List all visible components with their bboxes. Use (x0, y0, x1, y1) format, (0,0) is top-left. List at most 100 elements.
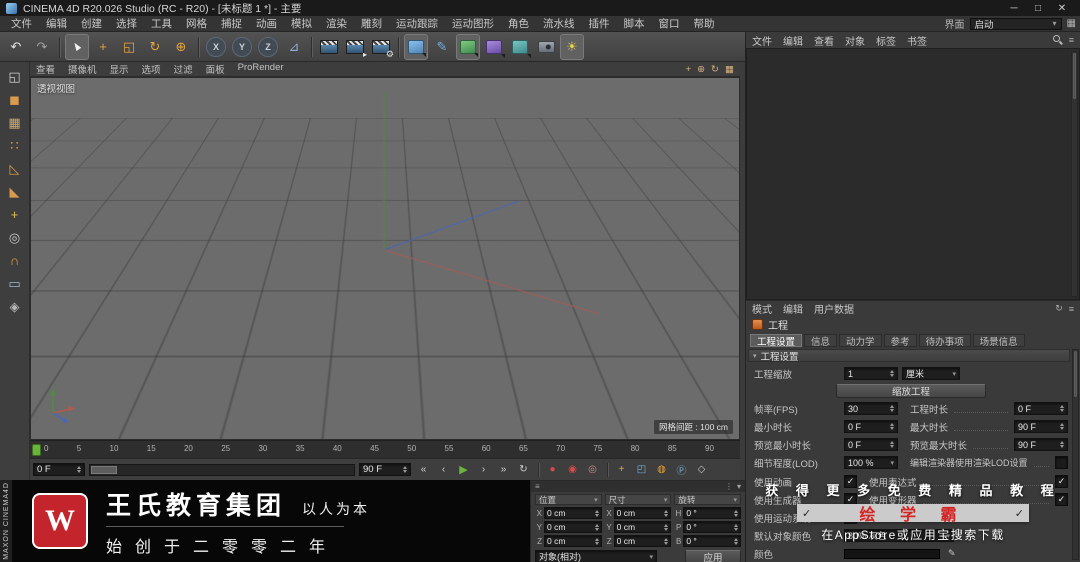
pan-view-icon[interactable]: + (686, 64, 692, 75)
move-tool[interactable]: + (91, 34, 115, 60)
rotate-tool[interactable]: ↻ (143, 34, 167, 60)
prev-frame-button[interactable]: ‹ (435, 462, 452, 478)
menubar-item[interactable]: 运动跟踪 (389, 16, 445, 31)
coordinate-field[interactable]: 0 ° (683, 507, 741, 519)
eyedropper-icon[interactable]: ✎ (948, 548, 956, 559)
stepper-icon[interactable] (734, 510, 738, 517)
subdivision-surface-button[interactable] (456, 34, 480, 60)
autokey-button[interactable]: ◉ (564, 462, 581, 478)
menubar-item[interactable]: 创建 (74, 16, 109, 31)
coordinate-field[interactable]: 0 cm (614, 507, 672, 519)
lod-checkbox[interactable] (1055, 456, 1068, 469)
add-cube-button[interactable] (404, 34, 428, 60)
dots-icon[interactable]: ⋮ (725, 482, 733, 491)
stepper-icon[interactable] (734, 538, 738, 545)
polygon-mode-icon[interactable]: ◣ (10, 185, 20, 198)
scale-unit-select[interactable]: 厘米 ▾ (902, 367, 960, 380)
texture-mode-icon[interactable]: ▦ (8, 116, 20, 129)
coord-column-select[interactable]: 旋转 ▾ (674, 494, 741, 505)
viewport-menu-item[interactable]: ProRender (238, 62, 284, 76)
transport-button[interactable] (535, 462, 541, 478)
stepper-icon[interactable] (664, 538, 668, 545)
edge-mode-icon[interactable]: ◺ (10, 162, 20, 175)
value-field[interactable]: 0 F (844, 438, 898, 451)
workplane-icon[interactable]: ▭ (8, 277, 20, 290)
deformer-button[interactable] (482, 34, 506, 60)
viewport-menu-item[interactable]: 查看 (36, 62, 55, 76)
viewport-menu-item[interactable]: 面板 (206, 62, 225, 76)
value-field[interactable]: 0 F (1014, 402, 1068, 415)
stepper-icon[interactable] (1060, 423, 1064, 430)
coordinate-field[interactable]: 0 cm (544, 535, 602, 547)
menubar-item[interactable]: 脚本 (617, 16, 652, 31)
stepper-icon[interactable] (595, 510, 599, 517)
scrollbar[interactable] (1072, 349, 1079, 560)
object-manager-menu-item[interactable]: 书签 (907, 33, 927, 48)
scale-project-button[interactable]: 缩放工程 (836, 384, 986, 398)
key-parameter-button[interactable]: Ⓟ (673, 462, 690, 478)
key-position-button[interactable]: + (613, 462, 630, 478)
menubar-item[interactable]: 渲染 (319, 16, 354, 31)
stepper-icon[interactable] (890, 423, 894, 430)
menubar-item[interactable]: 模拟 (284, 16, 319, 31)
timeline-playhead[interactable] (32, 444, 41, 456)
redo-icon[interactable]: ↷ (30, 34, 54, 60)
z-axis-lock[interactable]: Z (258, 37, 278, 57)
point-mode-icon[interactable]: ∷ (10, 139, 18, 152)
chevron-down-icon[interactable]: ▾ (737, 482, 741, 491)
enable-snap-icon[interactable]: ∩ (10, 254, 19, 267)
keyframe-presets-button[interactable]: ◎ (584, 462, 601, 478)
menubar-item[interactable]: 窗口 (652, 16, 687, 31)
stepper-icon[interactable] (403, 466, 407, 473)
checkbox[interactable]: ✓ (1055, 475, 1068, 488)
stepper-icon[interactable] (664, 524, 668, 531)
menubar-item[interactable]: 网格 (179, 16, 214, 31)
x-axis-lock[interactable]: X (206, 37, 226, 57)
toolbar-icon[interactable] (195, 34, 202, 60)
lod-select[interactable]: 100 % ▾ (844, 456, 898, 469)
stepper-icon[interactable] (1060, 405, 1064, 412)
project-scale-field[interactable]: 1 (844, 367, 898, 380)
timeline-ruler[interactable]: 0 5 10 15 20 25 30 35 40 45 50 55 60 65 70 75 80 85 90 (30, 440, 740, 458)
render-picture-viewer-button[interactable] (343, 34, 367, 60)
section-header[interactable]: ▾ 工程设置 (748, 349, 1070, 362)
menubar-item[interactable]: 捕捉 (214, 16, 249, 31)
coordinate-field[interactable]: 0 cm (614, 521, 672, 533)
panel-menu-icon[interactable]: ≡ (1069, 304, 1074, 314)
minimize-button[interactable]: ─ (1002, 3, 1026, 14)
viewport-menu-item[interactable]: 过滤 (174, 62, 193, 76)
menubar-item[interactable]: 角色 (501, 16, 536, 31)
coord-system-button[interactable]: ⊿ (282, 34, 306, 60)
record-keyframe-button[interactable]: ● (544, 462, 561, 478)
loop-button[interactable]: ↻ (515, 462, 532, 478)
toggle-view-icon[interactable]: ▦ (725, 64, 734, 75)
object-list[interactable] (746, 48, 1080, 300)
object-manager-menu-item[interactable]: 查看 (814, 33, 834, 48)
menubar-item[interactable]: 流水线 (536, 16, 582, 31)
menubar-item[interactable]: 插件 (582, 16, 617, 31)
stepper-icon[interactable] (595, 538, 599, 545)
spline-pen-button[interactable]: ✎ (430, 34, 454, 60)
attribute-manager-menu-item[interactable]: 用户数据 (814, 301, 854, 316)
viewport-canvas[interactable]: 透视视图 网格间距 : 100 cm (30, 77, 740, 440)
toolbar-icon[interactable] (308, 34, 315, 60)
scrollbar-thumb[interactable] (1073, 53, 1076, 99)
scale-tool[interactable]: ◱ (117, 34, 141, 60)
checkbox[interactable]: ✓ (844, 511, 857, 524)
coordinate-field[interactable]: 0 cm (544, 507, 602, 519)
checkbox[interactable]: ✓ (844, 493, 857, 506)
end-frame-field[interactable]: 90 F (359, 463, 411, 476)
menubar-item[interactable]: 编辑 (39, 16, 74, 31)
object-manager-menu-item[interactable]: 对象 (845, 33, 865, 48)
render-view-button[interactable] (317, 34, 341, 60)
scrollbar-thumb[interactable] (1074, 351, 1077, 397)
key-pla-button[interactable]: ◇ (693, 462, 710, 478)
filter-menu-icon[interactable]: ≡ (1069, 35, 1074, 45)
render-settings-button[interactable] (369, 34, 393, 60)
color-swatch[interactable] (844, 549, 940, 559)
viewport-menu-item[interactable]: 显示 (110, 62, 129, 76)
viewport-menu-item[interactable]: 选项 (142, 62, 161, 76)
timeline-slider[interactable] (89, 464, 355, 476)
next-frame-button[interactable]: › (475, 462, 492, 478)
coordinate-field[interactable]: 0 ° (683, 521, 741, 533)
